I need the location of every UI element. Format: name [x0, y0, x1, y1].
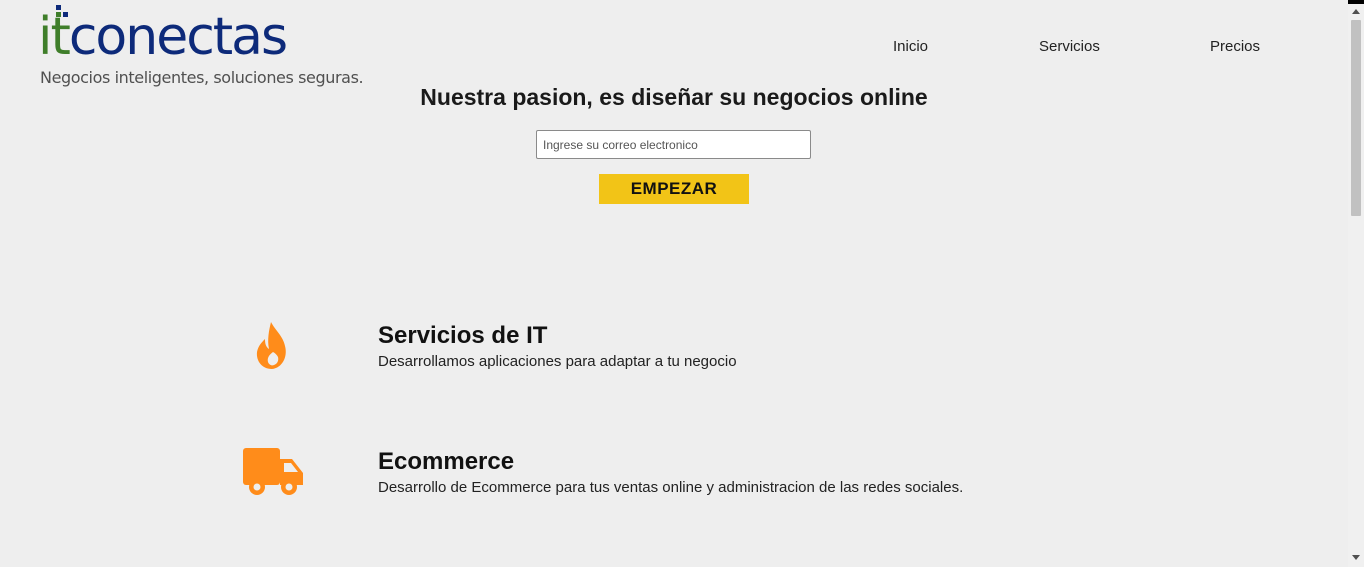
logo-it: it: [38, 7, 71, 67]
vertical-scrollbar[interactable]: [1348, 4, 1364, 567]
logo-wordmark: itconectas: [38, 2, 288, 72]
service-title: Ecommerce: [378, 448, 515, 475]
start-button[interactable]: EMPEZAR: [599, 174, 749, 204]
hero-title: Nuestra pasion, es diseñar su negocios o…: [420, 84, 928, 110]
truck-icon: [243, 448, 303, 495]
logo-conectas: conectas: [68, 7, 288, 67]
nav-item-precios[interactable]: Precios: [1210, 38, 1260, 55]
scroll-thumb[interactable]: [1351, 20, 1361, 216]
service-description: Desarrollamos aplicaciones para adaptar …: [378, 353, 737, 370]
nav-item-inicio[interactable]: Inicio: [893, 38, 928, 55]
nav-item-servicios[interactable]: Servicios: [1039, 38, 1100, 55]
fire-icon: [256, 322, 286, 369]
scroll-up-arrow-icon[interactable]: [1352, 9, 1360, 14]
service-description: Desarrollo de Ecommerce para tus ventas …: [378, 479, 964, 496]
scroll-down-arrow-icon[interactable]: [1352, 555, 1360, 560]
service-title: Servicios de IT: [378, 322, 548, 349]
email-input[interactable]: [536, 130, 811, 159]
page-body: itconectas Negocios inteligentes, soluci…: [0, 0, 1348, 563]
brand-logo[interactable]: itconectas Negocios inteligentes, soluci…: [38, 2, 364, 88]
